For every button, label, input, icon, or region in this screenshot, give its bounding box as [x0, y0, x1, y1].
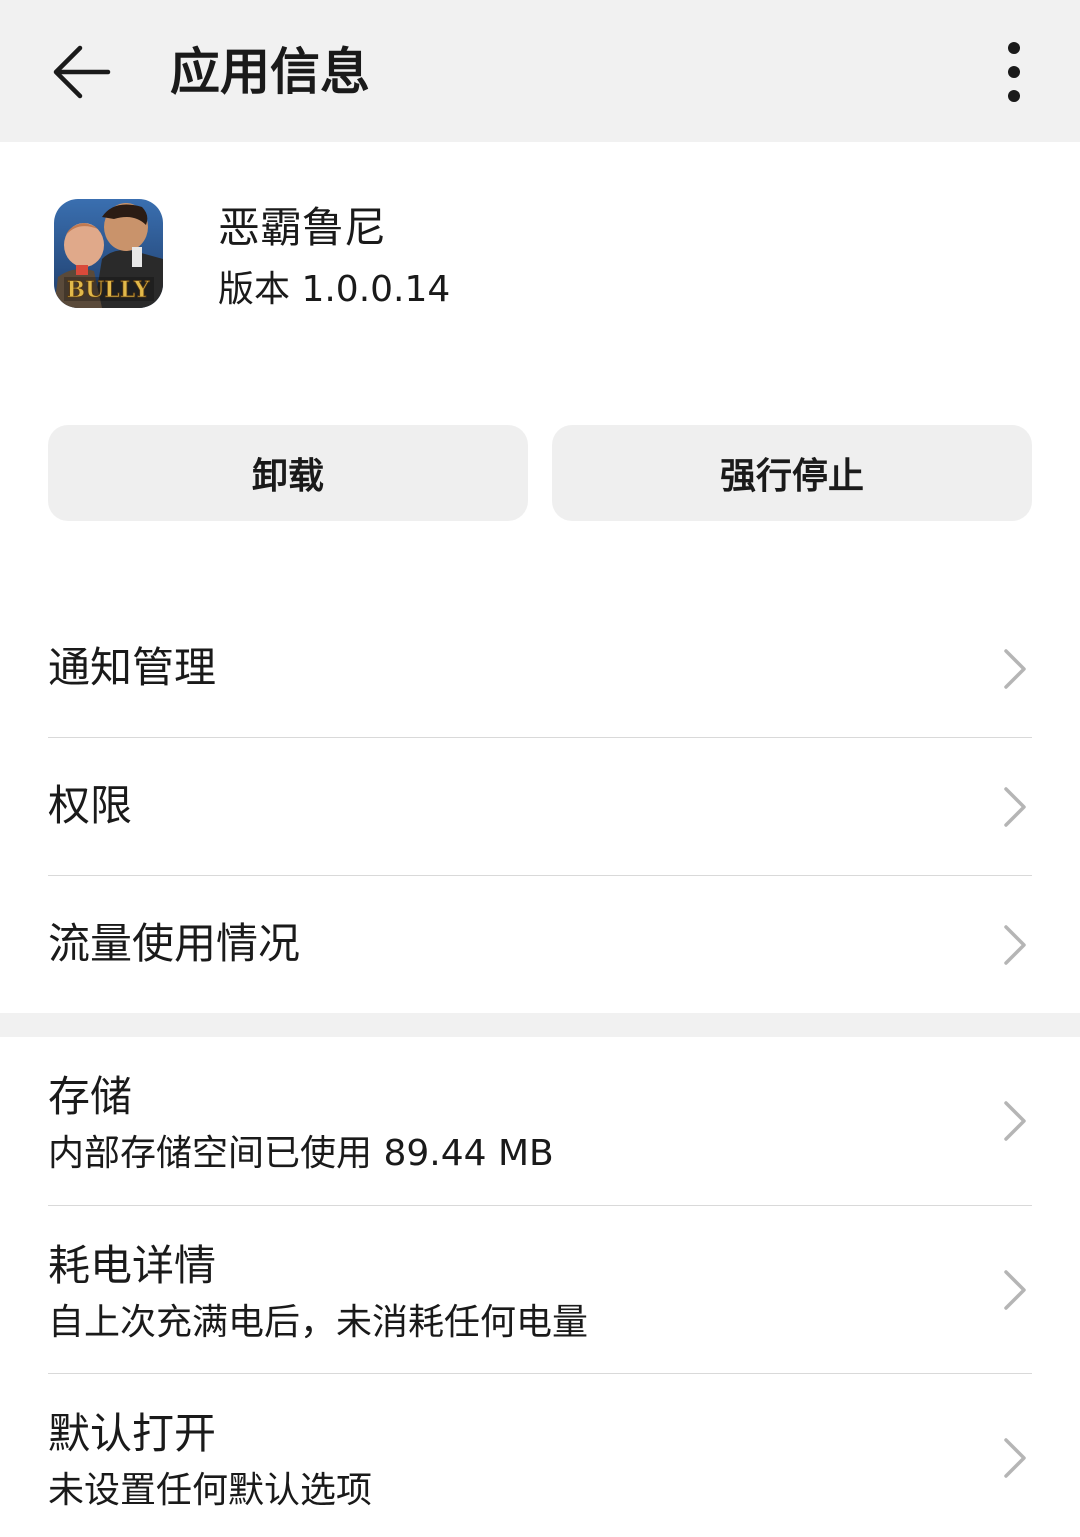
menu-item-label: 默认打开	[48, 1409, 217, 1458]
menu-item-open-by-default[interactable]: 默认打开 未设置任何默认选项	[48, 1374, 1032, 1537]
chevron-right-icon	[1004, 1438, 1026, 1478]
menu-item-permissions[interactable]: 权限	[48, 738, 1032, 875]
chevron-right-icon	[1004, 1101, 1026, 1141]
section-separator	[0, 1013, 1080, 1037]
app-name: 恶霸鲁尼	[218, 203, 387, 252]
menu-item-subtitle: 内部存储空间已使用 89.44 MB	[48, 1133, 554, 1174]
more-vertical-icon	[1008, 42, 1020, 102]
menu-item-data-usage[interactable]: 流量使用情况	[48, 876, 1032, 1013]
back-button[interactable]	[40, 30, 124, 114]
app-icon: BULLY	[54, 199, 163, 308]
menu-item-label: 通知管理	[48, 643, 217, 692]
app-version: 版本 1.0.0.14	[218, 269, 451, 310]
more-options-button[interactable]	[984, 30, 1044, 114]
force-stop-button[interactable]: 强行停止	[552, 425, 1032, 521]
chevron-right-icon	[1004, 649, 1026, 689]
menu-item-subtitle: 未设置任何默认选项	[48, 1470, 373, 1511]
menu-item-label: 流量使用情况	[48, 919, 301, 968]
chevron-right-icon	[1004, 925, 1026, 965]
menu-item-battery[interactable]: 耗电详情 自上次充满电后，未消耗任何电量	[48, 1206, 1032, 1373]
chevron-right-icon	[1004, 787, 1026, 827]
menu-item-storage[interactable]: 存储 内部存储空间已使用 89.44 MB	[48, 1037, 1032, 1205]
arrow-left-icon	[53, 45, 111, 99]
chevron-right-icon	[1004, 1270, 1026, 1310]
menu-item-label: 耗电详情	[48, 1241, 217, 1290]
app-bar: 应用信息	[0, 0, 1080, 142]
menu-item-label: 权限	[48, 781, 133, 830]
menu-item-notifications[interactable]: 通知管理	[48, 600, 1032, 737]
menu-item-label: 存储	[48, 1072, 133, 1121]
page-title: 应用信息	[170, 43, 370, 101]
svg-text:BULLY: BULLY	[66, 277, 149, 303]
menu-item-subtitle: 自上次充满电后，未消耗任何电量	[48, 1302, 589, 1343]
uninstall-button[interactable]: 卸载	[48, 425, 528, 521]
